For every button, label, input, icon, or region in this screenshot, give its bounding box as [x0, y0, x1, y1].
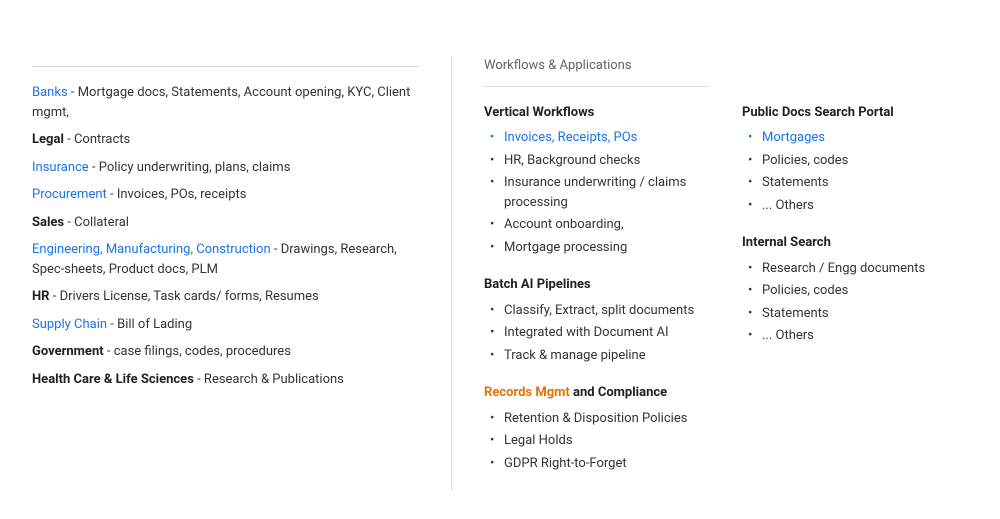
industry-label-blue: Insurance — [32, 160, 89, 175]
workflow-bullet-list: Invoices, Receipts, POs HR, Background ch… — [484, 128, 710, 257]
industry-description: - Research & Publications — [197, 372, 344, 387]
industry-label-bold: HR — [32, 289, 50, 304]
industry-label-blue: Supply Chain — [32, 317, 107, 332]
right-panel-bullet-list: Mortgages Policies, codesStatements ... Ot… — [742, 128, 968, 215]
workflow-bullet-item: Track & manage pipeline — [486, 346, 710, 366]
workflow-group-title: Vertical Workflows — [484, 103, 710, 123]
right-panel-group: Internal Search Research / Engg documents… — [742, 233, 968, 346]
list-item: Banks - Mortgage docs, Statements, Accou… — [32, 83, 419, 122]
right-panel-bullet-item: Statements — [744, 173, 968, 193]
industry-description: - Bill of Lading — [110, 317, 192, 332]
right-panel-bullet-item: Policies, codes — [744, 281, 968, 301]
right-panel-bullet-item: Statements — [744, 304, 968, 324]
workflow-col2: Workflows & ApplicationsPublic Docs Sear… — [742, 56, 968, 491]
workflow-bullet-item: GDPR Right-to-Forget — [486, 454, 710, 474]
right-panel-group: Public Docs Search Portal Mortgages Polici… — [742, 103, 968, 216]
workflow-title-suffix: and Compliance — [570, 385, 667, 400]
list-item: HR - Drivers License, Task cards/ forms,… — [32, 287, 419, 307]
industry-description: - case filings, codes, procedures — [107, 344, 291, 359]
list-item: Government - case filings, codes, proced… — [32, 342, 419, 362]
industry-label-blue: Engineering, Manufacturing, Construction — [32, 242, 271, 257]
workflow-title-orange: Records Mgmt — [484, 385, 570, 400]
content-wrapper: Banks - Mortgage docs, Statements, Accou… — [32, 56, 968, 491]
list-item: Engineering, Manufacturing, Construction… — [32, 240, 419, 279]
right-panel-title: Public Docs Search Portal — [742, 103, 968, 123]
workflow-bullet-list: Retention & Disposition PoliciesLegal Ho… — [484, 409, 710, 474]
workflow-bullet-item: Classify, Extract, split documents — [486, 301, 710, 321]
industry-label-blue: Procurement — [32, 187, 107, 202]
industry-label-blue: Banks — [32, 85, 68, 100]
workflow-col1: Workflows & Applications Vertical Workflo… — [484, 56, 710, 491]
left-column: Banks - Mortgage docs, Statements, Accou… — [32, 56, 452, 491]
industry-description: - Policy underwriting, plans, claims — [92, 160, 290, 175]
industry-description: - Mortgage docs, Statements, Account ope… — [32, 85, 410, 120]
right-panel-title: Internal Search — [742, 233, 968, 253]
right-panel-bullet-item: ... Others — [744, 326, 968, 346]
industry-label-bold: Government — [32, 344, 104, 359]
industry-description: - Invoices, POs, receipts — [110, 187, 246, 202]
left-column-header — [32, 56, 419, 67]
workflow-group-title: Records Mgmt and Compliance — [484, 383, 710, 403]
industry-label-bold: Legal — [32, 132, 64, 147]
right-panel-bullet-item: Research / Engg documents — [744, 259, 968, 279]
workflow-bullet-item: Insurance underwriting / claims processi… — [486, 173, 710, 212]
workflow-bullet-item: Account onboarding, — [486, 215, 710, 235]
right-panel-bullet-list: Research / Engg documentsPolicies, codes… — [742, 259, 968, 346]
list-item: Insurance - Policy underwriting, plans, … — [32, 158, 419, 178]
list-item: Legal - Contracts — [32, 130, 419, 150]
industry-description: - Collateral — [67, 215, 129, 230]
workflow-bullet-item: Retention & Disposition Policies — [486, 409, 710, 429]
list-item: Supply Chain - Bill of Lading — [32, 315, 419, 335]
right-panel-bullet-item: Mortgages — [744, 128, 968, 148]
workflow-group: Batch AI Pipelines Classify, Extract, spl… — [484, 275, 710, 365]
right-panel-bullet-item: Policies, codes — [744, 151, 968, 171]
list-item: Sales - Collateral — [32, 213, 419, 233]
industry-label-bold: Health Care & Life Sciences — [32, 372, 194, 387]
workflow-bullet-item: HR, Background checks — [486, 151, 710, 171]
right-column-header: Workflows & Applications — [484, 56, 710, 87]
workflow-bullet-item: Mortgage processing — [486, 238, 710, 258]
list-item: Procurement - Invoices, POs, receipts — [32, 185, 419, 205]
right-panel-bullet-item: ... Others — [744, 196, 968, 216]
right-column: Workflows & Applications Vertical Workflo… — [452, 56, 968, 491]
workflow-bullet-item: Invoices, Receipts, POs — [486, 128, 710, 148]
workflow-bullet-list: Classify, Extract, split documentsIntegr… — [484, 301, 710, 366]
industry-label-bold: Sales — [32, 215, 64, 230]
industry-list: Banks - Mortgage docs, Statements, Accou… — [32, 83, 419, 389]
industry-description: - Contracts — [67, 132, 130, 147]
workflow-group: Vertical Workflows Invoices, Receipts, PO… — [484, 103, 710, 258]
workflow-bullet-item: Integrated with Document AI — [486, 323, 710, 343]
workflow-group: Records Mgmt and Compliance Retention & D… — [484, 383, 710, 473]
industry-description: - Drivers License, Task cards/ forms, Re… — [53, 289, 319, 304]
workflow-bullet-item: Legal Holds — [486, 431, 710, 451]
workflow-group-title: Batch AI Pipelines — [484, 275, 710, 295]
list-item: Health Care & Life Sciences - Research &… — [32, 370, 419, 390]
